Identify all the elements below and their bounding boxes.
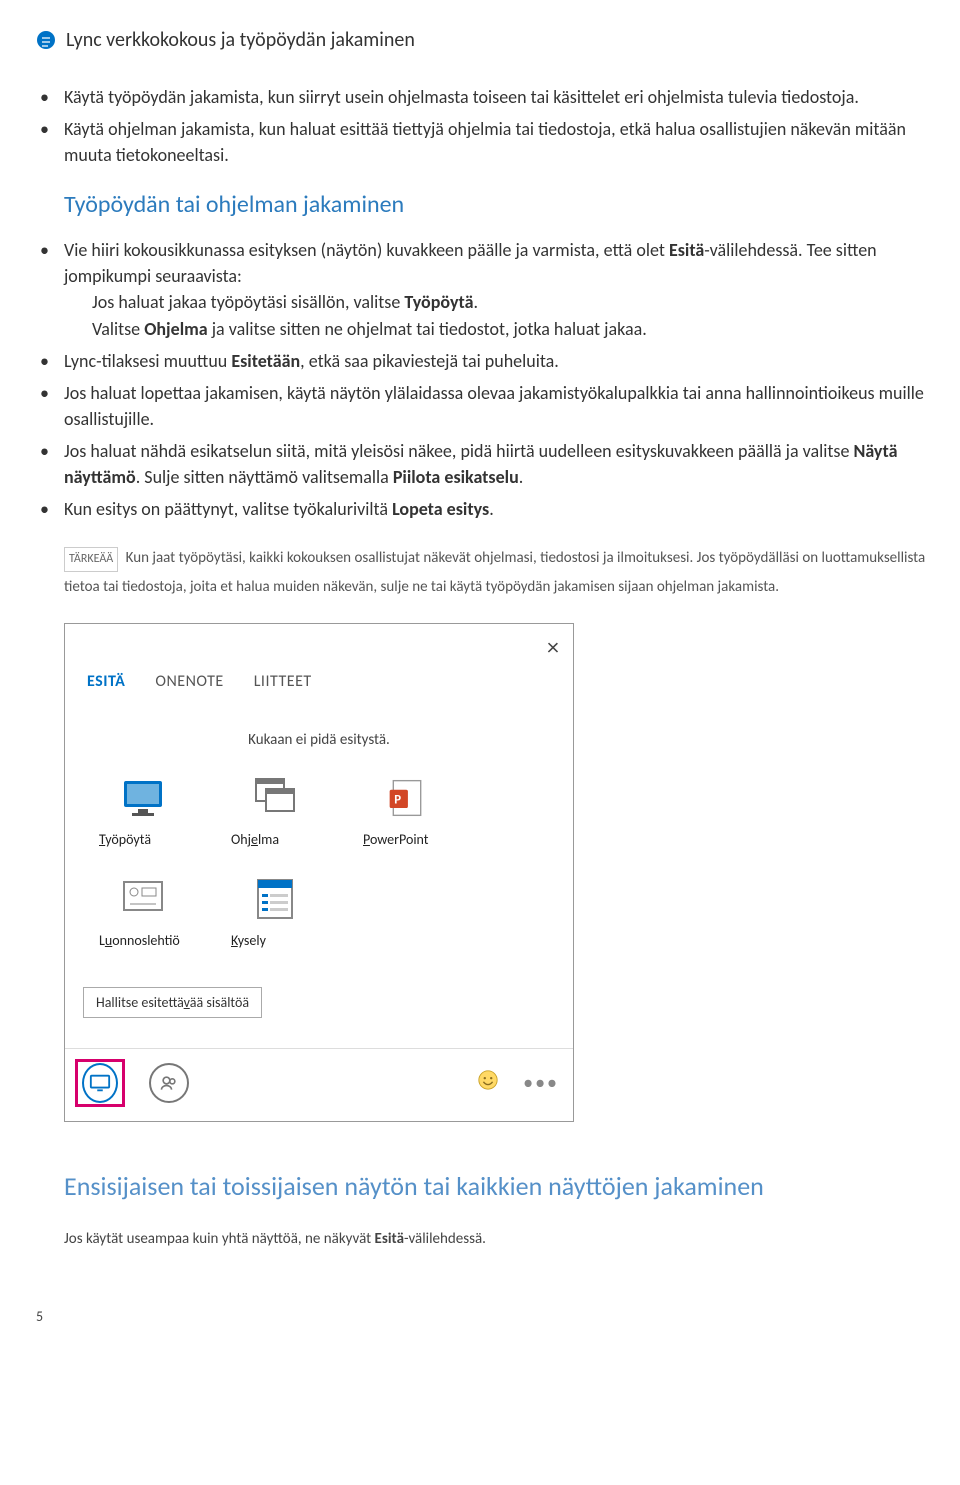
- section-heading-sharing: Työpöydän tai ohjelman jakaminen: [64, 190, 930, 219]
- tile-powerpoint[interactable]: P PowerPoint: [363, 775, 451, 848]
- present-button-highlight: [75, 1059, 125, 1107]
- svg-text:P: P: [394, 793, 401, 808]
- presenting-status: Kukaan ei pidä esitystä.: [65, 691, 573, 775]
- whiteboard-icon: [120, 876, 166, 922]
- note-badge: TÄRKEÄÄ: [64, 547, 118, 572]
- section1-b1: Vie hiiri kokousikkunassa esityksen (näy…: [36, 237, 930, 341]
- tab-esita[interactable]: ESITÄ: [87, 672, 125, 691]
- intro-bullet-2: Käytä ohjelman jakamista, kun haluat esi…: [36, 116, 930, 168]
- section2-note: Jos käytät useampaa kuin yhtä näyttöä, n…: [64, 1230, 930, 1248]
- tile-desktop[interactable]: Työpöytä: [99, 775, 187, 848]
- tab-liitteet[interactable]: LIITTEET: [254, 672, 312, 691]
- tab-strip: ESITÄ ONENOTE LIITTEET: [65, 624, 573, 691]
- powerpoint-icon: P: [384, 775, 430, 821]
- intro-list: Käytä työpöydän jakamista, kun siirryt u…: [36, 84, 930, 168]
- tile-poll[interactable]: Kysely: [231, 876, 319, 949]
- section1-list: Vie hiiri kokousikkunassa esityksen (näy…: [36, 237, 930, 522]
- emoji-button[interactable]: [477, 1069, 499, 1097]
- tile-program[interactable]: Ohjelma: [231, 775, 319, 848]
- tab-onenote[interactable]: ONENOTE: [155, 672, 223, 691]
- poll-icon: [252, 876, 298, 922]
- program-icon: [252, 775, 298, 821]
- tile-desktop-label: Työpöytä: [99, 831, 187, 848]
- section1-b5: Kun esitys on päättynyt, valitse työkalu…: [36, 496, 930, 522]
- bottom-toolbar: •••: [65, 1048, 573, 1113]
- desktop-icon: [120, 775, 166, 821]
- section1-b4: Jos haluat nähdä esikatselun siitä, mitä…: [36, 438, 930, 490]
- page-title: Lync verkkokokous ja työpöydän jakaminen: [66, 28, 415, 52]
- tile-whiteboard[interactable]: Luonnoslehtiö: [99, 876, 187, 949]
- tile-poll-label: Kysely: [231, 932, 319, 949]
- intro-bullet-1: Käytä työpöydän jakamista, kun siirryt u…: [36, 84, 930, 110]
- section1-b2: Lync-tilaksesi muuttuu Esitetään, etkä s…: [36, 348, 930, 374]
- more-button[interactable]: •••: [523, 1071, 559, 1095]
- lync-logo-icon: [36, 30, 56, 50]
- present-monitor-button[interactable]: [82, 1063, 118, 1103]
- manage-content-button[interactable]: Hallitse esitettävää sisältöä: [83, 987, 262, 1018]
- tile-program-label: Ohjelma: [231, 831, 319, 848]
- page-number: 5: [36, 1308, 930, 1325]
- section1-b3: Jos haluat lopettaa jakamisen, käytä näy…: [36, 380, 930, 432]
- lync-present-panel: × ESITÄ ONENOTE LIITTEET Kukaan ei pidä …: [64, 623, 574, 1122]
- tile-whiteboard-label: Luonnoslehtiö: [99, 932, 187, 949]
- close-icon[interactable]: ×: [547, 636, 559, 660]
- section-heading-monitors: Ensisijaisen tai toissijaisen näytön tai…: [64, 1170, 930, 1202]
- participants-button[interactable]: [149, 1063, 189, 1103]
- note-text: Kun jaat työpöytäsi, kaikki kokouksen os…: [64, 549, 925, 596]
- tile-powerpoint-label: PowerPoint: [363, 831, 451, 848]
- important-note: TÄRKEÄÄ Kun jaat työpöytäsi, kaikki koko…: [64, 544, 930, 601]
